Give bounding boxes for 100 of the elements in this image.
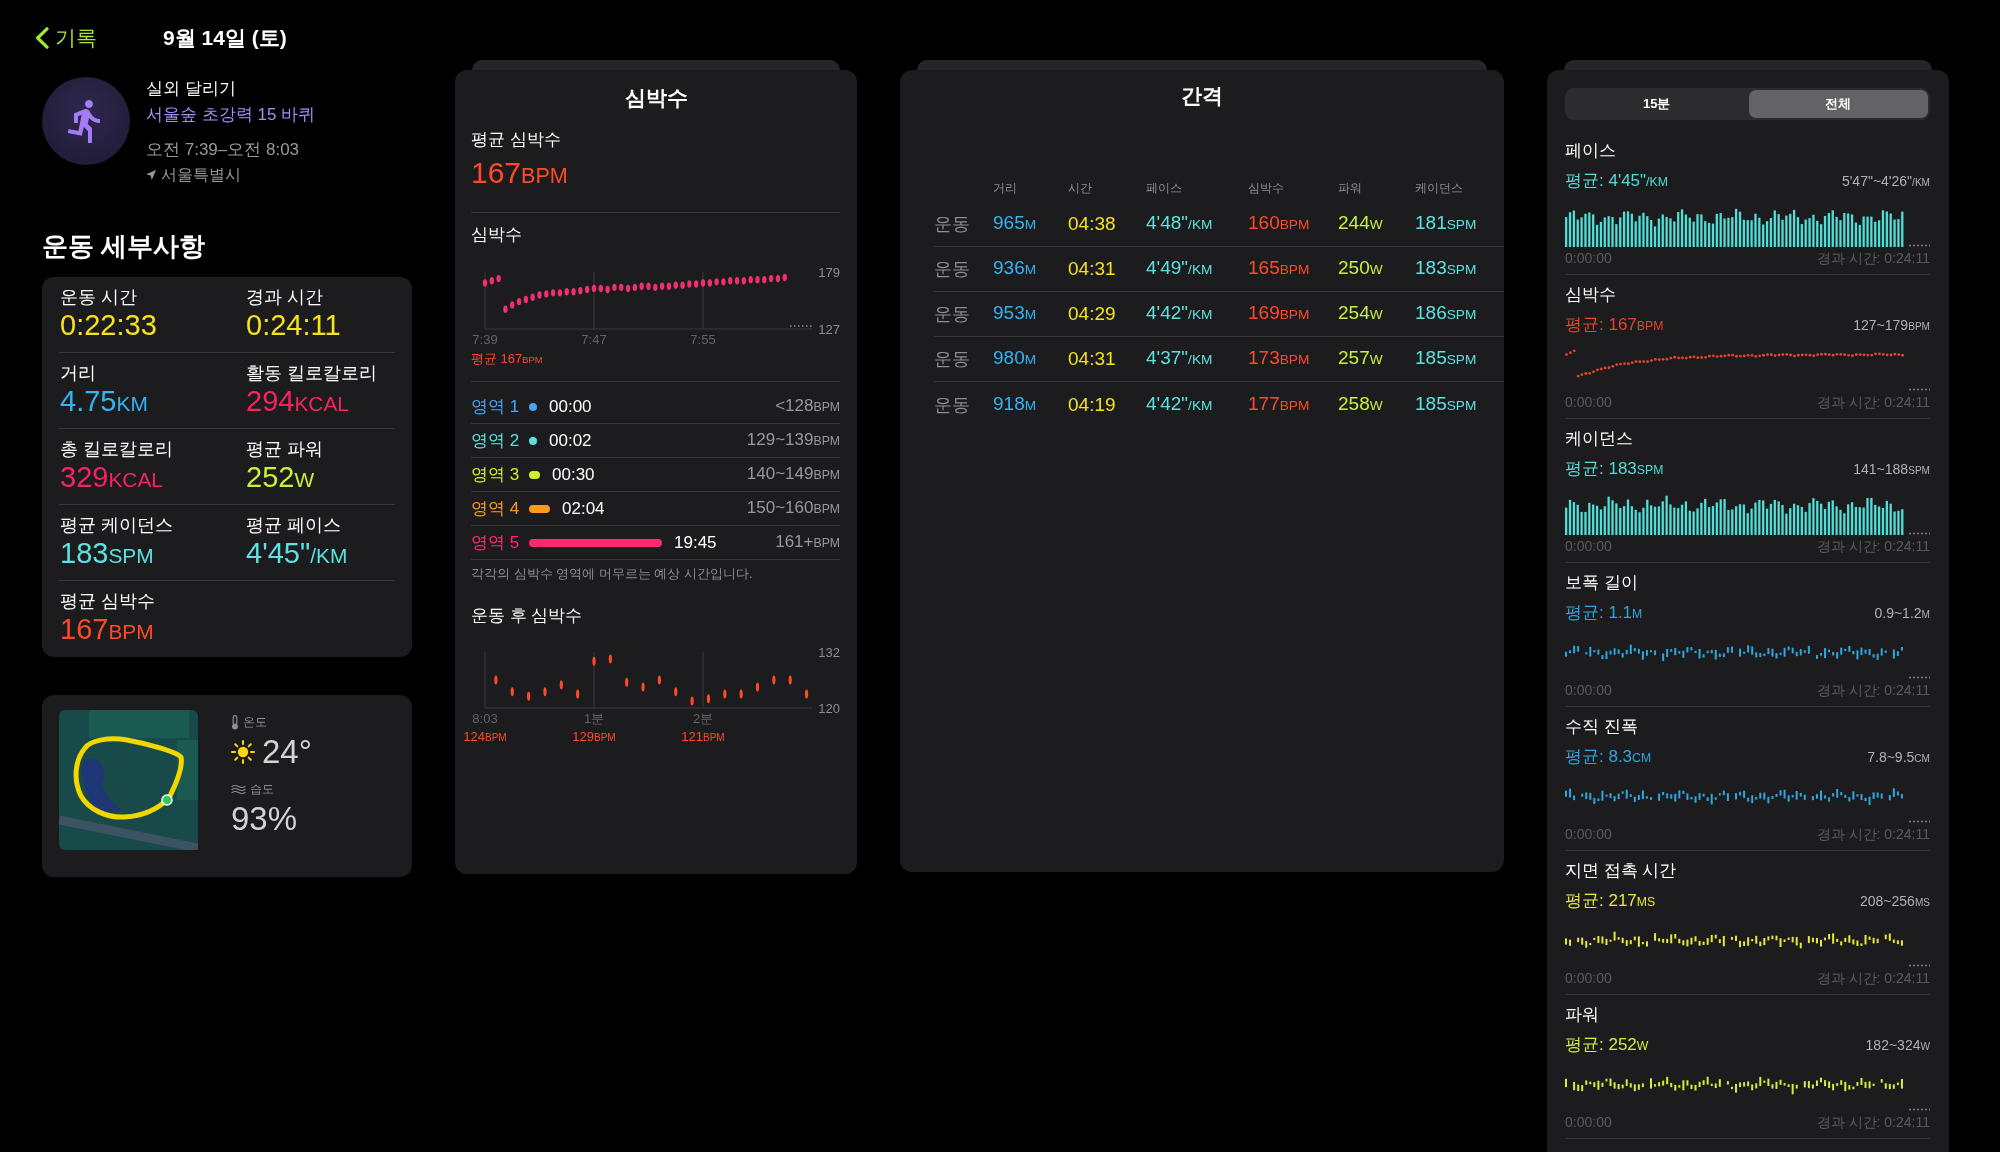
elapsed-time: 경과 시간: 0:24:11 (1816, 970, 1930, 986)
zone-range: 150~160BPM (746, 497, 840, 519)
metric-value: 4.75KM (60, 384, 148, 419)
trend-range: 0.9~1.2M (1874, 604, 1930, 623)
trend-range: 127~179BPM (1853, 316, 1930, 335)
elapsed-time: 경과 시간: 0:24:11 (1816, 682, 1930, 698)
row-label: 운동 (934, 303, 971, 325)
table-cell-text: 4'42"/KM (1146, 392, 1214, 416)
zone-range: 161+BPM (775, 531, 840, 553)
table-cell-text: 4'37"/KM (1146, 347, 1214, 370)
axis-label: 2분 (692, 711, 714, 726)
metric-label: 거리 (60, 362, 96, 384)
table-cell-text: 04:29 (1068, 303, 1117, 325)
zone-time: 00:00 (549, 395, 592, 418)
table-cell-text: 965M (993, 212, 1038, 235)
table-cell-text: 4'42"/KM (1146, 302, 1214, 325)
metric-value: 0:24:11 (246, 308, 341, 342)
column-header: 케이던스 (1415, 180, 1464, 196)
start-time: 0:00:00 (1565, 970, 1612, 986)
zone-range: 140~149BPM (746, 463, 840, 485)
metric-title: 보폭 길이 (1565, 572, 1639, 594)
metric-label: 평균 페이스 (246, 514, 341, 536)
metric-label: 평균 파워 (246, 438, 323, 460)
table-cell-text: 160BPM (1248, 212, 1311, 235)
table-cell-text: 04:31 (1068, 258, 1117, 280)
zone-time: 00:02 (549, 429, 592, 452)
table-cell-text: 186SPM (1415, 302, 1478, 325)
table-cell-text: 250W (1338, 257, 1384, 280)
chart-title: 운동 후 심박수 (471, 605, 584, 627)
trend-range: 208~256MS (1859, 892, 1930, 911)
zone-label: 영역 5 (471, 531, 521, 554)
reading-label: 124BPM (463, 729, 507, 744)
workout-name: 서울숲 초강력 15 바퀴 (146, 104, 316, 126)
row-label: 운동 (934, 258, 971, 280)
zone-label: 영역 1 (471, 395, 521, 418)
axis-label: 120 (818, 700, 840, 716)
table-cell-text: 185SPM (1415, 392, 1478, 416)
panel-title: 간격 (1180, 83, 1224, 109)
metric-value: 183SPM (60, 536, 154, 571)
workout-location: 서울특별시 (161, 165, 241, 185)
average-label: 평균 심박수 (471, 129, 562, 151)
metric-title: 수직 진폭 (1565, 716, 1639, 738)
metric-title: 케이던스 (1565, 428, 1634, 450)
row-label: 운동 (934, 348, 971, 370)
trend-range: 141~188SPM (1853, 460, 1930, 479)
metric-value: 329KCAL (60, 460, 163, 495)
metric-title: 지면 접촉 시간 (1565, 860, 1678, 882)
chart-title: 심박수 (471, 224, 523, 246)
metric-value: 0:22:33 (60, 308, 157, 342)
workout-type: 실외 달리기 (146, 78, 237, 100)
average-value: 167BPM (471, 155, 569, 191)
axis-label: 127 (818, 321, 840, 337)
column-header: 심박수 (1248, 180, 1285, 196)
zone-label: 영역 2 (471, 429, 521, 452)
table-cell-text: 169BPM (1248, 302, 1311, 325)
table-cell-text: 953M (993, 302, 1038, 325)
humidity-value: 93% (231, 800, 298, 838)
temperature-value: 24° (262, 733, 312, 771)
table-cell-text: 04:19 (1068, 393, 1117, 416)
zone-time: 00:30 (552, 463, 595, 486)
row-label: 운동 (934, 213, 971, 235)
column-header: 거리 (993, 180, 1018, 196)
column-header: 페이스 (1146, 180, 1183, 196)
metric-value: 252W (246, 460, 315, 495)
footnote: 각각의 심박수 영역에 머무르는 예상 시간입니다. (471, 565, 754, 583)
axis-label: 8:03 (472, 711, 498, 726)
reading-label: 129BPM (572, 729, 616, 744)
zone-range: 129~139BPM (746, 429, 840, 451)
axis-label: 179 (818, 264, 840, 280)
table-cell-text: 244W (1338, 212, 1384, 235)
table-cell-text: 165BPM (1248, 257, 1311, 280)
column-header: 파워 (1338, 180, 1363, 196)
zone-label: 영역 3 (471, 463, 521, 486)
start-time: 0:00:00 (1565, 682, 1612, 698)
table-cell-text: 258W (1338, 392, 1384, 416)
trend-average: 평균: 1.1M (1565, 602, 1643, 624)
elapsed-time: 경과 시간: 0:24:11 (1816, 538, 1930, 554)
table-cell-text: 173BPM (1248, 347, 1311, 370)
elapsed-time: 경과 시간: 0:24:11 (1816, 826, 1930, 842)
zone-label: 영역 4 (471, 497, 521, 520)
table-cell-text: 918M (993, 392, 1038, 416)
column-header: 시간 (1068, 180, 1093, 196)
weather-label: 습도 (250, 781, 274, 797)
chart-average: 평균 167BPM (471, 351, 544, 368)
trend-range: 5'47"~4'26"/KM (1841, 172, 1930, 191)
trend-average: 평균: 183SPM (1565, 458, 1664, 480)
start-time: 0:00:00 (1565, 826, 1612, 842)
table-cell-text: 183SPM (1415, 257, 1478, 280)
elapsed-time: 경과 시간: 0:24:11 (1816, 250, 1930, 266)
start-time: 0:00:00 (1565, 538, 1612, 554)
metric-label: 총 킬로칼로리 (60, 438, 173, 460)
section-title: 운동 세부사항 (42, 230, 207, 262)
metric-value: 167BPM (60, 612, 154, 647)
table-cell-text: 04:31 (1068, 348, 1117, 370)
axis-label: 7:47 (581, 332, 607, 347)
weather-label: 온도 (243, 714, 267, 730)
zone-range: <128BPM (775, 395, 840, 417)
table-cell-text: 181SPM (1415, 212, 1478, 235)
trend-average: 평균: 252W (1565, 1034, 1649, 1056)
zone-time: 02:04 (562, 497, 605, 520)
